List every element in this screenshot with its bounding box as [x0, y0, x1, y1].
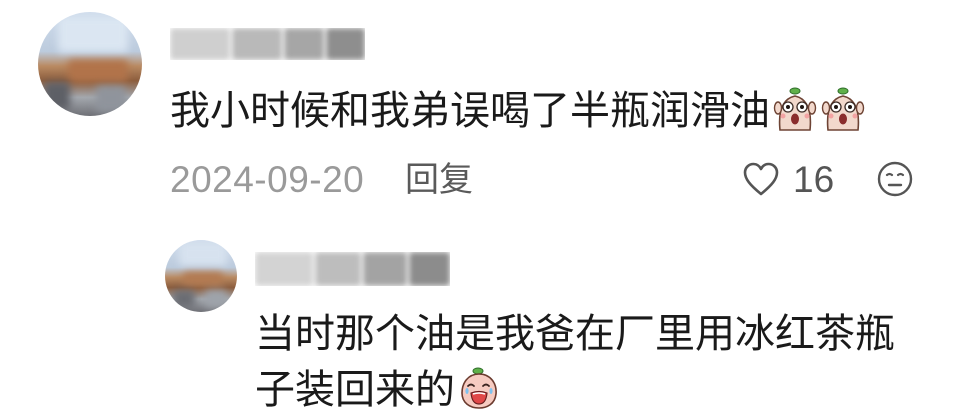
reply-body: 当时那个油是我爸在厂里用冰红茶瓶子装回来的: [255, 306, 905, 418]
username-blur-segment: [284, 28, 324, 60]
comment-date: 2024-09-20: [170, 159, 365, 200]
avatar-blur-figure: [96, 86, 126, 112]
avatar-blur-ground: [183, 272, 223, 286]
username-blur-segment: [326, 28, 365, 60]
heart-icon[interactable]: [742, 161, 780, 197]
reply-username[interactable]: [255, 252, 450, 286]
comment-avatar[interactable]: [38, 12, 142, 116]
shocked-sticker-icon: [772, 86, 818, 132]
reply-text: 当时那个油是我爸在厂里用冰红茶瓶子装回来的: [255, 312, 895, 412]
avatar-blur-figure: [44, 82, 70, 110]
reply-avatar[interactable]: [165, 240, 237, 312]
scream-sticker-icon: [457, 366, 501, 410]
username-blur-segment: [170, 28, 230, 60]
avatar-blur-sky: [58, 16, 128, 52]
avatar-blur-figure: [205, 290, 227, 308]
reply-button[interactable]: 回复: [405, 158, 473, 202]
shocked-sticker-icon: [820, 86, 866, 132]
comment-body: 我小时候和我弟误喝了半瓶润滑油: [170, 86, 866, 136]
comment-username[interactable]: [170, 28, 365, 60]
avatar-blur-ground: [68, 60, 128, 82]
username-blur-segment: [315, 252, 361, 286]
dislike-face-icon[interactable]: [876, 160, 914, 198]
username-blur-segment: [255, 252, 313, 286]
comment-text: 我小时候和我弟误喝了半瓶润滑油: [170, 89, 770, 133]
username-blur-segment: [363, 252, 407, 286]
like-count: 16: [793, 159, 835, 200]
avatar-blur-figure: [173, 290, 195, 308]
avatar-blur-sky: [179, 242, 227, 266]
username-blur-segment: [409, 252, 450, 286]
username-blur-segment: [232, 28, 282, 60]
